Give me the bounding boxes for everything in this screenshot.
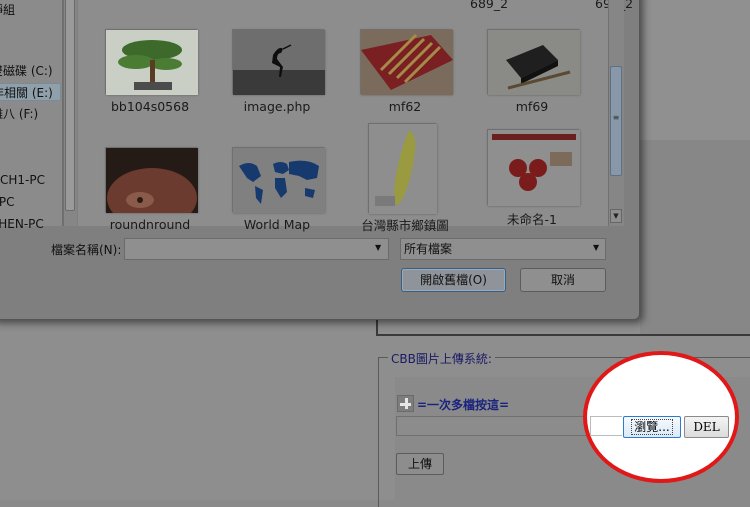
upload-button[interactable]: 上傳 — [396, 453, 444, 475]
browse-button-label: 瀏覽... — [631, 419, 673, 435]
add-file-icon[interactable] — [397, 395, 414, 412]
file-name: World Map — [243, 217, 311, 232]
file-path-input-highlighted[interactable] — [590, 416, 622, 436]
background-divider — [376, 334, 750, 336]
file-open-dialog: 靜組 雙磁碟 (C:) 非相關 (E:) 雜八 (F:) NCH1-PC I-P… — [0, 0, 640, 320]
delete-button[interactable]: DEL — [684, 416, 729, 438]
nav-item-drive-c[interactable]: 雙磁碟 (C:) — [0, 62, 61, 80]
upload-legend: CBB圖片上傳系統: — [388, 350, 495, 367]
taiwan-map-thumbnail — [368, 123, 437, 214]
nav-scrollbar-thumb[interactable] — [65, 0, 75, 211]
file-tile[interactable]: image.php — [212, 29, 332, 144]
filename-label: 檔案名稱(N): — [51, 243, 122, 257]
nav-item-network-pc2[interactable]: I-PC — [0, 193, 61, 211]
filename-input[interactable] — [124, 238, 389, 260]
file-name: bb104s0568 — [110, 99, 190, 114]
scrollbar-grip-icon: ≡ — [612, 113, 620, 122]
file-name: mf62 — [388, 99, 422, 114]
file-name: 台灣縣市鄉鎮圖 — [361, 218, 449, 233]
nav-item-drive-f[interactable]: 雜八 (F:) — [0, 105, 61, 123]
file-tile[interactable]: mf69 — [467, 29, 587, 144]
open-button[interactable]: 開啟舊檔(O) — [401, 268, 506, 292]
file-name: roundnround — [109, 217, 191, 232]
world-map-thumbnail — [232, 147, 325, 213]
cancel-button[interactable]: 取消 — [520, 268, 606, 292]
slide-thumbnail — [487, 129, 580, 206]
file-name: image.php — [243, 99, 311, 114]
nav-item-library[interactable]: 靜組 — [0, 1, 61, 19]
brushes-thumbnail — [360, 29, 453, 95]
navigation-pane: 靜組 雙磁碟 (C:) 非相關 (E:) 雜八 (F:) NCH1-PC I-P… — [0, 0, 63, 231]
file-name: 未命名-1 — [507, 212, 557, 227]
browse-button[interactable]: 瀏覽... — [623, 416, 681, 438]
file-name: mf69 — [515, 99, 549, 114]
file-list-pane: 689_2 690_2 bb104s0568 — [78, 0, 633, 233]
chevron-down-icon[interactable]: ▼ — [593, 243, 599, 252]
scroll-down-arrow-icon[interactable]: ▼ — [610, 209, 622, 223]
background-band — [640, 140, 750, 335]
background-band — [640, 0, 750, 140]
nav-item-drive-e[interactable]: 非相關 (E:) — [0, 83, 61, 101]
file-tile[interactable]: 未命名-1 — [467, 129, 587, 244]
nav-item-network-pc3[interactable]: PHEN-PC — [0, 215, 61, 233]
file-type-select[interactable]: 所有檔案 — [400, 238, 606, 260]
chevron-down-icon[interactable]: ▼ — [375, 243, 381, 252]
multi-upload-label: =一次多檔按這= — [417, 398, 510, 412]
bonsai-thumbnail — [105, 29, 198, 95]
inkstone-thumbnail — [487, 29, 580, 95]
file-label[interactable]: 689_2 — [470, 0, 508, 11]
file-tile[interactable]: bb104s0568 — [85, 29, 205, 144]
record-thumbnail — [105, 147, 198, 228]
nav-item-network-pc1[interactable]: NCH1-PC — [0, 171, 61, 189]
heron-thumbnail — [232, 29, 325, 95]
file-tile[interactable]: 台灣縣市鄉鎮圖 — [340, 123, 460, 238]
